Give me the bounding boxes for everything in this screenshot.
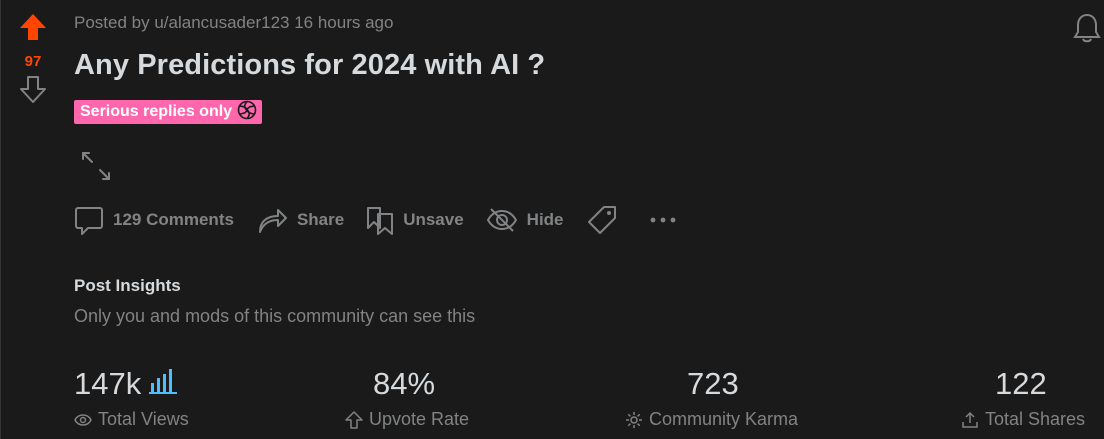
bookmark-icon xyxy=(367,207,394,235)
bar-chart-icon[interactable] xyxy=(149,366,179,402)
stat-label: Upvote Rate xyxy=(369,409,470,429)
gear-icon xyxy=(626,411,642,428)
stat-total-shares: 122 Total Shares xyxy=(961,366,1085,430)
post-insights-subtitle: Only you and mods of this community can … xyxy=(74,306,476,326)
eye-icon xyxy=(74,413,92,426)
hide-label: Hide xyxy=(526,210,564,229)
share-arrow-icon xyxy=(258,209,287,233)
stat-label: Total Views xyxy=(98,409,189,429)
expand-icon[interactable] xyxy=(80,150,112,187)
post-actions-bar: 129 Comments Share Unsave Hide xyxy=(74,204,708,236)
comments-label: 129 Comments xyxy=(113,210,234,229)
stat-label: Total Shares xyxy=(985,409,1086,429)
tag-button[interactable] xyxy=(586,204,627,236)
stat-value: 84% xyxy=(373,366,436,401)
share-upload-icon xyxy=(962,411,978,428)
bell-icon[interactable] xyxy=(1072,12,1102,49)
stat-value: 723 xyxy=(687,366,739,401)
more-dots-icon xyxy=(650,217,675,223)
post-meta[interactable]: Posted by u/alancusader123 16 hours ago xyxy=(74,13,393,33)
post-flair[interactable]: Serious replies only xyxy=(74,99,263,126)
share-button[interactable]: Share xyxy=(256,204,344,236)
more-options-button[interactable] xyxy=(649,204,686,236)
stat-label: Community Karma xyxy=(649,409,799,429)
post-insights-title: Post Insights xyxy=(74,276,181,295)
upvote-outline-icon xyxy=(345,410,363,429)
downvote-arrow-icon[interactable] xyxy=(18,74,48,109)
comment-icon xyxy=(75,207,103,235)
vote-column: 97 xyxy=(14,12,52,109)
upvote-arrow-icon[interactable] xyxy=(18,12,48,47)
openai-logo-icon xyxy=(232,99,258,126)
unsave-button[interactable]: Unsave xyxy=(366,204,464,236)
share-label: Share xyxy=(296,210,345,229)
vote-count: 97 xyxy=(24,53,42,70)
stat-upvote-rate: 84% Upvote Rate xyxy=(345,366,469,430)
eye-slash-icon xyxy=(486,208,517,232)
stat-community-karma: 723 Community Karma xyxy=(625,366,798,430)
comments-button[interactable]: 129 Comments xyxy=(74,204,234,236)
flair-label: Serious replies only xyxy=(80,103,233,120)
stat-total-views: 147k Total Views xyxy=(74,366,189,430)
stat-value: 147k xyxy=(74,366,142,401)
card-left-border xyxy=(0,0,1,439)
unsave-label: Unsave xyxy=(403,210,464,229)
tag-icon xyxy=(587,206,616,234)
hide-button[interactable]: Hide xyxy=(486,204,564,236)
post-title[interactable]: Any Predictions for 2024 with AI ? xyxy=(74,49,545,82)
stat-value: 122 xyxy=(995,366,1047,401)
